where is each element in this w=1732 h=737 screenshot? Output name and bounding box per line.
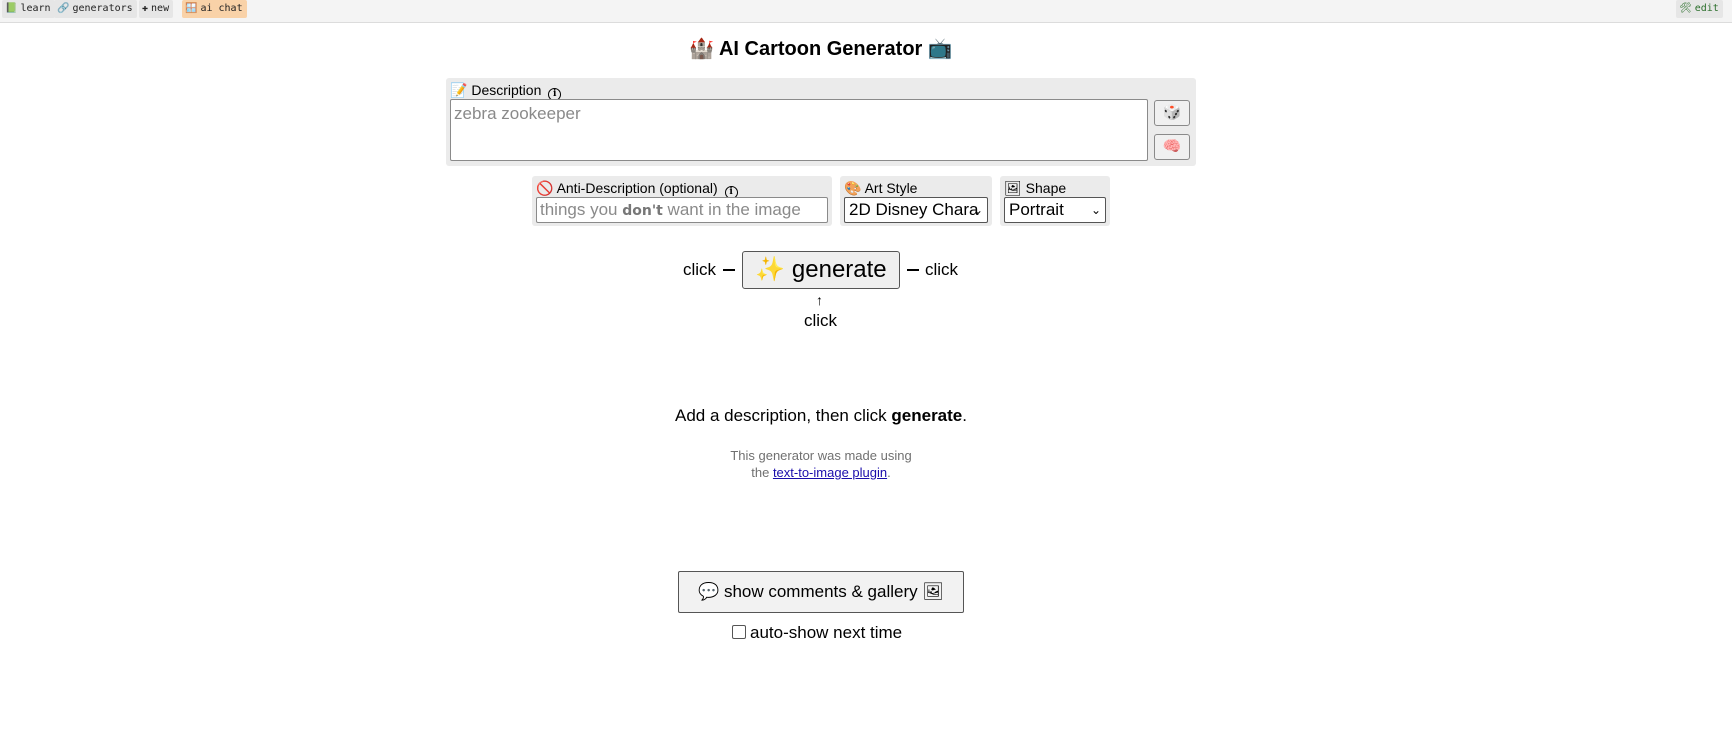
anti-description-input[interactable]: things you don't want in the image [536, 197, 828, 223]
chevron-down-icon: ⌄ [1090, 203, 1101, 217]
generate-button[interactable]: ✨ generate [742, 251, 900, 289]
palette-icon: 🎨 [844, 180, 862, 196]
top-nav-bar: 📗 learn 🔗 generators ✚ new 🪟 ai chat 🛠 edit [0, 0, 1732, 23]
art-style-label: 🎨 Art Style [844, 180, 918, 196]
auto-show-checkbox[interactable] [732, 625, 746, 639]
made-with-text: This generator was made using the text-t… [730, 448, 912, 480]
picture-icon: 🖼 [922, 582, 944, 601]
page-title: 🏰 AI Cartoon Generator 📺 [689, 38, 953, 60]
chevron-down-icon: ⌄ [972, 203, 983, 217]
picture-icon: 🖼 [1004, 180, 1022, 196]
chat-window-icon: 🪟 [185, 3, 198, 14]
prohibited-icon: 🚫 [536, 180, 554, 196]
speech-bubble-icon: 💬 [698, 582, 720, 601]
tools-icon: 🛠 [1679, 3, 1692, 14]
sparkles-icon: ✨ [755, 256, 786, 283]
text-to-image-plugin-link[interactable]: text-to-image plugin [773, 465, 887, 480]
shape-select[interactable]: Portrait ⌄ [1004, 197, 1106, 223]
nav-learn-button[interactable]: 📗 learn [2, 0, 55, 18]
castle-icon: 🏰 [689, 38, 715, 60]
dash-left [723, 269, 735, 271]
dash-right [907, 269, 919, 271]
click-hint-below: click [804, 311, 838, 330]
show-comments-button[interactable]: 💬 show comments & gallery 🖼 [678, 571, 964, 613]
brain-button[interactable]: 🧠 [1154, 134, 1190, 160]
click-hint-left: click [683, 260, 717, 279]
auto-show-option[interactable]: auto-show next time [732, 623, 902, 643]
book-icon: 📗 [5, 3, 18, 14]
chain-icon: 🔗 [57, 3, 70, 14]
brain-icon: 🧠 [1162, 138, 1182, 155]
random-dice-button[interactable]: 🎲 [1154, 100, 1190, 126]
art-style-select[interactable]: 2D Disney Chara ⌄ [844, 197, 988, 223]
nav-generators-button[interactable]: 🔗 generators [54, 0, 137, 18]
nav-ai-chat-button[interactable]: 🪟 ai chat [182, 0, 247, 18]
instruction-text: Add a description, then click generate. [674, 406, 967, 425]
nav-edit-button[interactable]: 🛠 edit [1676, 0, 1723, 18]
plus-icon: ✚ [142, 3, 149, 14]
dice-icon: 🎲 [1162, 104, 1182, 121]
click-hint-right: click [925, 260, 959, 279]
memo-icon: 📝 [450, 82, 468, 98]
nav-new-button[interactable]: ✚ new [139, 0, 174, 18]
arrow-up-icon: ↑ [816, 292, 823, 308]
description-input[interactable] [450, 99, 1148, 161]
shape-label: 🖼 Shape [1004, 180, 1067, 196]
tv-icon: 📺 [927, 38, 953, 60]
